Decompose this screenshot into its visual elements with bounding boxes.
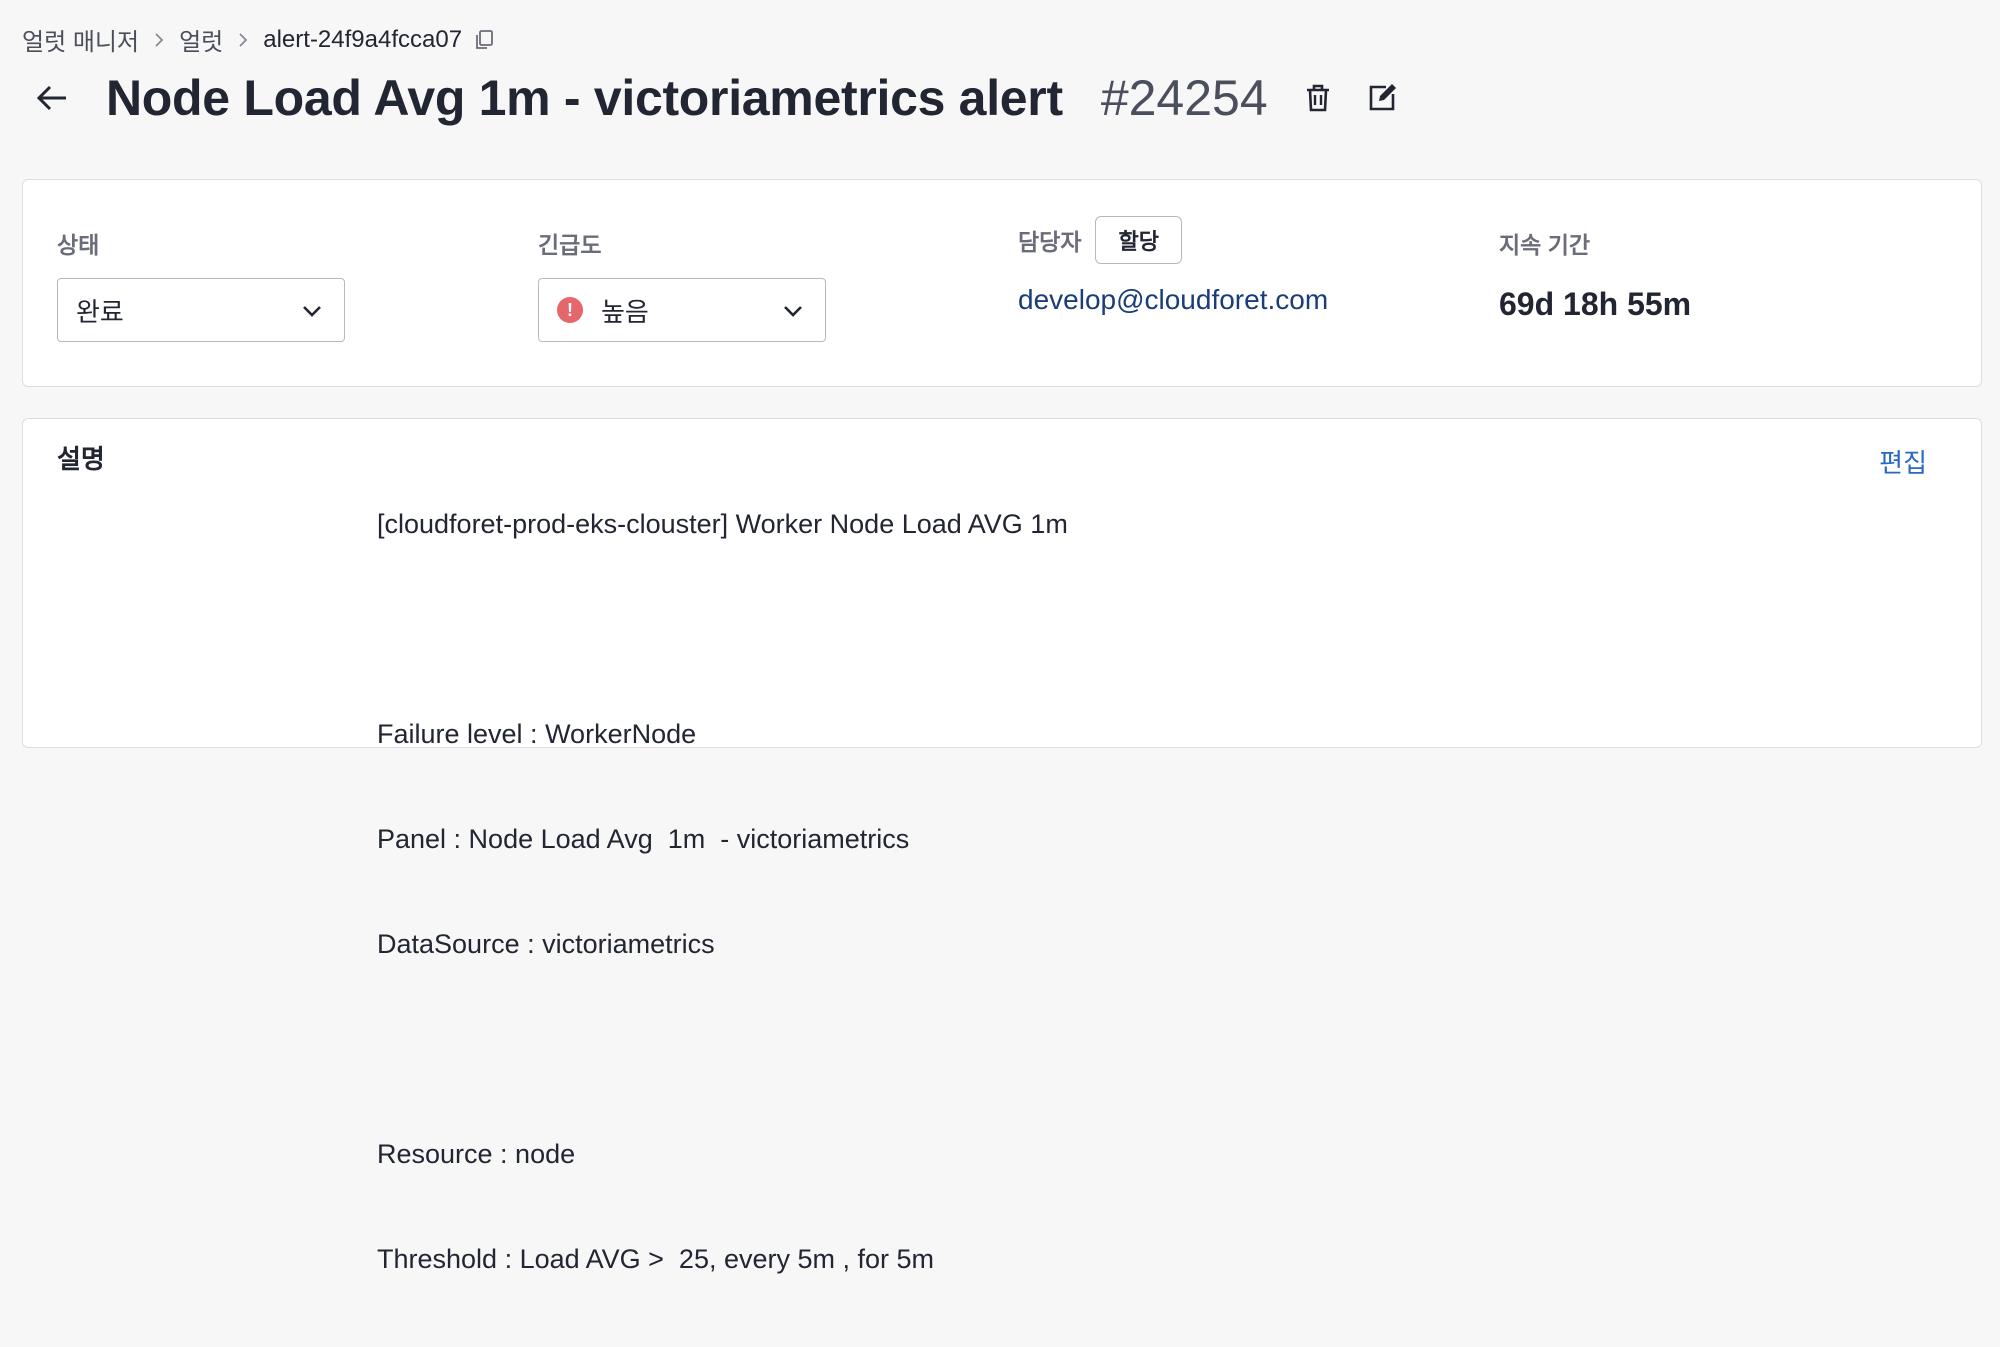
alert-circle-icon: ! <box>557 297 583 323</box>
breadcrumb-alert[interactable]: 얼럿 <box>179 22 223 57</box>
assignee-label: 담당자 <box>1018 229 1082 255</box>
breadcrumb: 얼럿 매니저 얼럿 alert-24f9a4fcca07 <box>22 22 496 57</box>
description-line <box>377 612 1068 647</box>
duration-value: 69d 18h 55m <box>1499 286 1692 322</box>
assignee-email[interactable]: develop@cloudforet.com <box>1018 284 1328 316</box>
edit-icon <box>1369 84 1396 111</box>
urgency-value: 높음 <box>601 296 649 327</box>
breadcrumb-alert-manager[interactable]: 얼럿 매니저 <box>22 22 139 57</box>
page-title: Node Load Avg 1m - victoriametrics alert <box>106 70 1063 126</box>
description-line: Resource : node <box>377 1139 576 1169</box>
urgency-field: 긴급도 ! 높음 <box>538 226 826 342</box>
urgency-label: 긴급도 <box>538 232 602 258</box>
edit-title-button[interactable] <box>1362 78 1402 118</box>
back-button[interactable] <box>30 76 74 120</box>
description-line <box>377 1032 1068 1067</box>
status-field: 상태 완료 <box>57 226 345 342</box>
description-line: DataSource : victoriametrics <box>377 929 715 959</box>
description-line: [cloudforet-prod-eks-clouster] Worker No… <box>377 509 1068 539</box>
duration-field: 지속 기간 69d 18h 55m <box>1499 226 1691 323</box>
urgency-select[interactable]: ! 높음 <box>538 278 826 342</box>
copy-icon[interactable] <box>472 28 496 52</box>
description-line: Panel : Node Load Avg 1m - victoriametri… <box>377 824 910 854</box>
title-row: Node Load Avg 1m - victoriametrics alert… <box>30 66 1402 130</box>
breadcrumb-current-alert-id: alert-24f9a4fcca07 <box>263 25 463 53</box>
chevron-down-icon <box>303 306 321 317</box>
description-card: 설명 [cloudforet-prod-eks-clouster] Worker… <box>22 418 1982 1274</box>
status-label: 상태 <box>57 232 100 258</box>
description-text: [cloudforet-prod-eks-clouster] Worker No… <box>377 437 1068 1347</box>
description-line: Threshold : Load AVG > 25, every 5m , fo… <box>377 1244 935 1274</box>
trash-icon <box>1306 84 1329 112</box>
alert-info-card: 상태 완료 긴급도 ! 높음 담당자 할당 develop@cloudforet… <box>22 179 1982 387</box>
description-edit-link[interactable]: 편집 <box>1879 443 1927 480</box>
assign-button[interactable]: 할당 <box>1095 216 1182 264</box>
status-select[interactable]: 완료 <box>57 278 345 342</box>
assignee-field: 담당자 할당 develop@cloudforet.com <box>1018 216 1328 316</box>
alert-number: #24254 <box>1100 70 1268 126</box>
duration-label: 지속 기간 <box>1499 232 1591 258</box>
chevron-down-icon <box>784 306 802 317</box>
chevron-right-icon <box>223 26 263 54</box>
assignee-header: 담당자 할당 <box>1018 216 1328 264</box>
description-line: Failure level : WorkerNode <box>377 719 697 749</box>
status-value: 완료 <box>76 296 124 327</box>
chevron-right-icon <box>139 26 179 54</box>
arrow-left-icon <box>36 85 66 111</box>
delete-button[interactable] <box>1298 78 1338 118</box>
description-label: 설명 <box>57 444 105 474</box>
